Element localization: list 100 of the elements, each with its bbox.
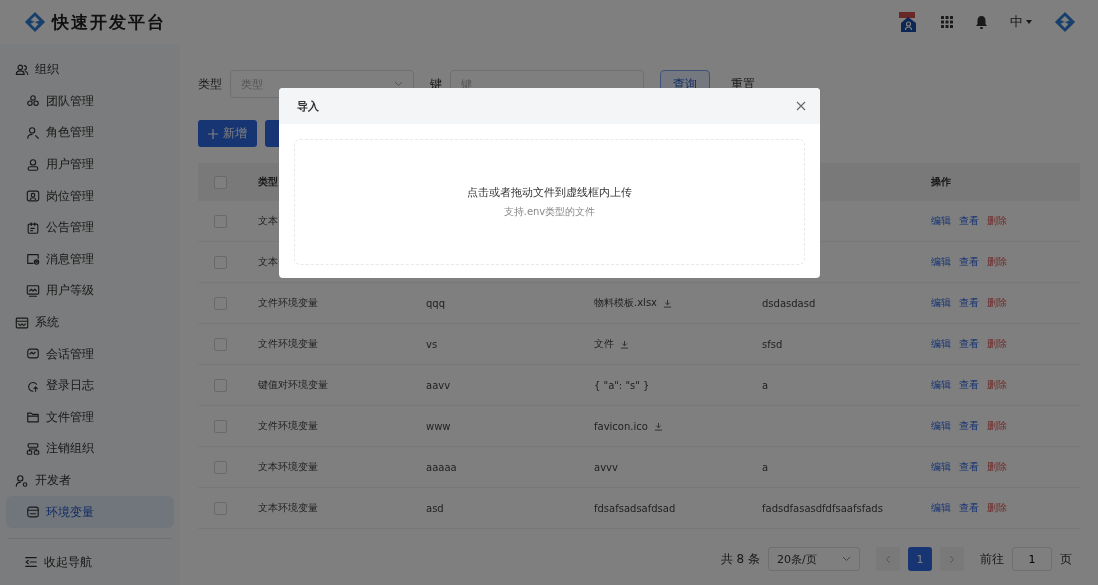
logo-icon bbox=[24, 11, 46, 33]
plus-icon bbox=[208, 128, 218, 139]
view-link[interactable]: 查看 bbox=[959, 379, 979, 390]
column-header: 操作 bbox=[931, 176, 951, 187]
user-icon bbox=[26, 126, 40, 140]
delete-link[interactable]: 删除 bbox=[987, 297, 1007, 308]
sidebar-item[interactable]: 角色管理 bbox=[6, 117, 174, 149]
view-link[interactable]: 查看 bbox=[959, 420, 979, 431]
edit-link[interactable]: 编辑 bbox=[931, 215, 951, 226]
filter-label: 类型 bbox=[198, 75, 222, 93]
delete-link[interactable]: 删除 bbox=[987, 338, 1007, 349]
logo-icon bbox=[1054, 11, 1076, 33]
total-count: 共 8 条 bbox=[720, 550, 760, 568]
menu-group[interactable]: 系统 bbox=[6, 306, 174, 339]
window-icon bbox=[15, 315, 29, 330]
sidebar-item[interactable]: 注销组织 bbox=[6, 433, 174, 465]
view-link[interactable]: 查看 bbox=[959, 502, 979, 513]
table-cell: 物料模板.xlsx bbox=[594, 296, 657, 310]
table-cell: 文本环境变量 bbox=[258, 502, 318, 513]
view-link[interactable]: 查看 bbox=[959, 215, 979, 226]
table-cell: 文件环境变量 bbox=[258, 338, 318, 349]
edit-link[interactable]: 编辑 bbox=[931, 502, 951, 513]
message-icon bbox=[26, 252, 40, 267]
table-cell: dsdasdasd bbox=[762, 297, 816, 309]
table-cell: { "a": "s" } bbox=[594, 379, 650, 391]
dialog-title: 导入 bbox=[297, 98, 319, 114]
upload-text: 点击或者拖动文件到虚线框内上传 bbox=[467, 185, 632, 200]
chevron-right-icon bbox=[949, 554, 955, 564]
team-icon bbox=[26, 94, 40, 109]
menu-group[interactable]: 开发者 bbox=[6, 464, 174, 497]
sidebar-item[interactable]: 环境变量 bbox=[6, 496, 174, 528]
sidebar-item[interactable]: 岗位管理 bbox=[6, 180, 174, 212]
table-cell: a bbox=[762, 379, 769, 391]
page-button[interactable]: 1 bbox=[908, 547, 932, 571]
page-size-select[interactable]: 20条/页 bbox=[768, 547, 860, 571]
id-card-icon bbox=[26, 189, 40, 204]
table-cell: 键值对环境变量 bbox=[258, 379, 328, 390]
language-dropdown[interactable]: 中 bbox=[1010, 13, 1032, 31]
edit-link[interactable]: 编辑 bbox=[931, 338, 951, 349]
clipboard-icon bbox=[26, 220, 40, 235]
table-cell: a bbox=[762, 461, 769, 473]
delete-link[interactable]: 删除 bbox=[987, 256, 1007, 267]
user-icon bbox=[26, 157, 40, 172]
chat-icon bbox=[26, 347, 40, 362]
table-cell: 文本 bbox=[258, 215, 278, 226]
folder-icon bbox=[26, 410, 40, 425]
table-cell: fdsafsadsafdsad bbox=[594, 502, 676, 514]
delete-link[interactable]: 删除 bbox=[987, 420, 1007, 431]
table-cell: 文件环境变量 bbox=[258, 297, 318, 308]
table-cell: vs bbox=[426, 338, 438, 350]
chevron-down-icon bbox=[842, 556, 851, 562]
download-icon[interactable] bbox=[663, 298, 672, 308]
view-link[interactable]: 查看 bbox=[959, 338, 979, 349]
add-button[interactable]: 新增 bbox=[198, 120, 257, 147]
edit-link[interactable]: 编辑 bbox=[931, 420, 951, 431]
next-page-button[interactable] bbox=[940, 547, 964, 571]
chevron-down-icon bbox=[394, 81, 403, 87]
table-cell: sfsd bbox=[762, 338, 783, 350]
table-cell: 文件 bbox=[594, 337, 614, 351]
page-suffix: 页 bbox=[1060, 550, 1072, 568]
table-cell: www bbox=[426, 420, 451, 432]
edit-link[interactable]: 编辑 bbox=[931, 461, 951, 472]
collapse-button[interactable]: 收起导航 bbox=[8, 538, 172, 585]
home-icon[interactable] bbox=[897, 11, 919, 33]
delete-link[interactable]: 删除 bbox=[987, 215, 1007, 226]
sidebar-item[interactable]: 登录日志 bbox=[6, 369, 174, 402]
menu-group[interactable]: 组织 bbox=[6, 54, 174, 86]
download-icon[interactable] bbox=[620, 339, 629, 349]
sidebar-item[interactable]: 文件管理 bbox=[6, 401, 174, 434]
sidebar-item[interactable]: 用户等级 bbox=[6, 275, 174, 307]
edit-link[interactable]: 编辑 bbox=[931, 297, 951, 308]
page-input[interactable]: 1 bbox=[1012, 547, 1052, 571]
view-link[interactable]: 查看 bbox=[959, 461, 979, 472]
upload-area[interactable]: 点击或者拖动文件到虚线框内上传 支持.env类型的文件 bbox=[294, 139, 805, 265]
delete-link[interactable]: 删除 bbox=[987, 379, 1007, 390]
download-icon[interactable] bbox=[653, 421, 663, 431]
people-icon bbox=[15, 62, 29, 77]
view-link[interactable]: 查看 bbox=[959, 297, 979, 308]
table-cell: aavv bbox=[426, 379, 451, 391]
table-cell: 文件环境变量 bbox=[258, 420, 318, 431]
sidebar-item[interactable]: 用户管理 bbox=[6, 148, 174, 181]
column-header: 类型 bbox=[258, 176, 278, 187]
chevron-left-icon bbox=[885, 554, 891, 564]
table-cell: avvv bbox=[594, 461, 618, 473]
edit-link[interactable]: 编辑 bbox=[931, 256, 951, 267]
table-cell: fadsdfasasdfdfsaafsfads bbox=[762, 502, 883, 514]
monitor-icon bbox=[26, 283, 40, 298]
sidebar-item[interactable]: 团队管理 bbox=[6, 85, 174, 118]
sidebar-item[interactable]: 消息管理 bbox=[6, 243, 174, 276]
sidebar-item[interactable]: 公告管理 bbox=[6, 211, 174, 244]
bell-icon[interactable] bbox=[975, 15, 988, 29]
table-cell: asd bbox=[426, 502, 444, 514]
delete-link[interactable]: 删除 bbox=[987, 502, 1007, 513]
delete-link[interactable]: 删除 bbox=[987, 461, 1007, 472]
previous-page-button[interactable] bbox=[876, 547, 900, 571]
view-link[interactable]: 查看 bbox=[959, 256, 979, 267]
close-icon[interactable] bbox=[794, 99, 808, 113]
edit-link[interactable]: 编辑 bbox=[931, 379, 951, 390]
sidebar-item[interactable]: 会话管理 bbox=[6, 338, 174, 370]
grid-icon[interactable] bbox=[941, 16, 953, 28]
